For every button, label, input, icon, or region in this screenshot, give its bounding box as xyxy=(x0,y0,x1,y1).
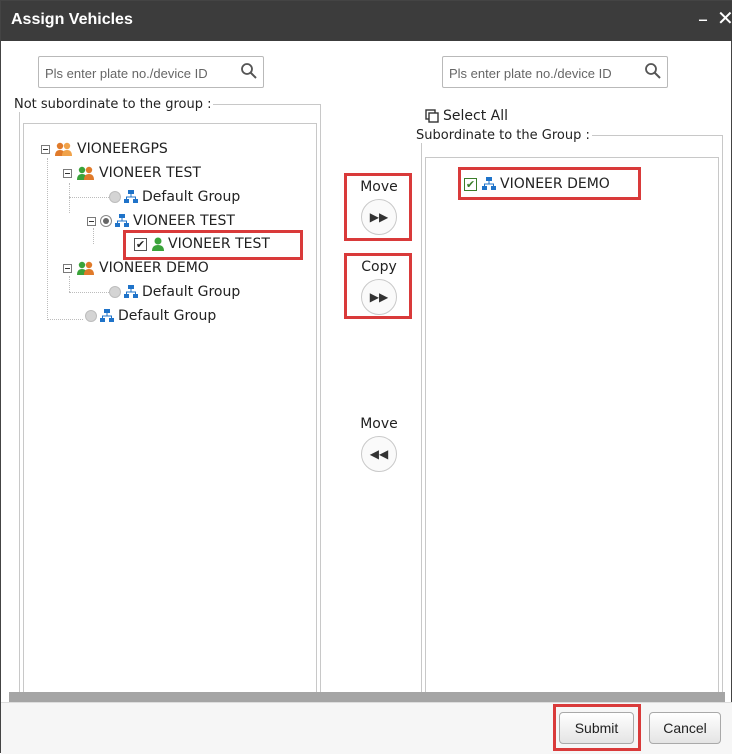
move-left-label: Move xyxy=(360,416,398,432)
search-icon[interactable] xyxy=(644,62,662,80)
search-icon[interactable] xyxy=(240,62,258,80)
org-chart-icon xyxy=(115,214,129,227)
right-search-input[interactable] xyxy=(449,63,641,83)
tree-node-default-group[interactable]: Default Group xyxy=(85,308,216,324)
org-chart-icon xyxy=(124,190,138,203)
tree-node-label: VIONEER DEMO xyxy=(99,260,209,276)
org-chart-icon xyxy=(100,309,114,322)
users-group-icon xyxy=(77,261,94,275)
right-list-panel xyxy=(425,157,719,695)
users-group-icon xyxy=(77,166,94,180)
highlight-box xyxy=(553,704,641,751)
tree-connector xyxy=(69,292,109,293)
right-search-box xyxy=(442,56,668,88)
tree-node-vioneer-test-sub[interactable]: VIONEER TEST xyxy=(87,213,235,229)
subordinate-label: Subordinate to the Group : xyxy=(416,128,590,143)
select-all-label: Select All xyxy=(443,108,508,124)
tree-connector xyxy=(47,158,48,320)
left-search-input[interactable] xyxy=(45,63,237,83)
org-chart-icon xyxy=(124,285,138,298)
highlight-box xyxy=(123,230,303,260)
tree-node-label: VIONEER TEST xyxy=(133,213,235,229)
radio-button[interactable] xyxy=(109,191,121,203)
select-all-icon xyxy=(425,108,439,123)
not-subordinate-label: Not subordinate to the group : xyxy=(14,97,212,112)
close-icon[interactable]: ✕ xyxy=(717,6,732,30)
tree-node-label: Default Group xyxy=(142,189,241,205)
tree-connector xyxy=(47,319,83,320)
collapse-icon[interactable] xyxy=(87,216,96,226)
collapse-icon[interactable] xyxy=(63,263,72,273)
tree-connector xyxy=(69,183,70,213)
collapse-icon[interactable] xyxy=(63,168,72,178)
users-group-icon xyxy=(55,142,72,156)
tree-node-root[interactable]: VIONEERGPS xyxy=(41,141,168,157)
tree-node-label: VIONEERGPS xyxy=(77,141,168,157)
collapse-icon[interactable] xyxy=(41,144,50,154)
tree-connector xyxy=(69,276,70,292)
radio-button[interactable] xyxy=(85,310,97,322)
move-left-group: Move ◀◀ xyxy=(347,416,411,472)
dialog-title: Assign Vehicles xyxy=(11,11,133,28)
cancel-button[interactable]: Cancel xyxy=(649,712,721,744)
highlight-box xyxy=(458,167,641,200)
tree-connector xyxy=(93,228,94,244)
left-tree-panel xyxy=(23,123,317,695)
tree-node-label: VIONEER TEST xyxy=(99,165,201,181)
left-search-box xyxy=(38,56,264,88)
tree-connector xyxy=(69,197,109,198)
highlight-box xyxy=(344,253,412,319)
tree-node-label: Default Group xyxy=(118,308,217,324)
horizontal-scrollbar[interactable] xyxy=(9,692,725,702)
radio-button[interactable] xyxy=(100,215,112,227)
minimize-icon[interactable]: – xyxy=(698,7,708,31)
title-bar: Assign Vehicles – ✕ xyxy=(1,1,732,41)
tree-node-default-group[interactable]: Default Group xyxy=(109,189,240,205)
tree-node-vioneer-test[interactable]: VIONEER TEST xyxy=(63,165,201,181)
move-left-button[interactable]: ◀◀ xyxy=(361,436,397,472)
assign-vehicles-dialog: Assign Vehicles – ✕ Not subordinate to t… xyxy=(0,0,732,754)
highlight-box xyxy=(344,173,412,241)
radio-button[interactable] xyxy=(109,286,121,298)
tree-node-label: Default Group xyxy=(142,284,241,300)
select-all-button[interactable]: Select All xyxy=(425,108,508,124)
tree-node-vioneer-demo[interactable]: VIONEER DEMO xyxy=(63,260,209,276)
tree-node-default-group[interactable]: Default Group xyxy=(109,284,240,300)
double-arrow-left-icon: ◀◀ xyxy=(369,447,389,461)
